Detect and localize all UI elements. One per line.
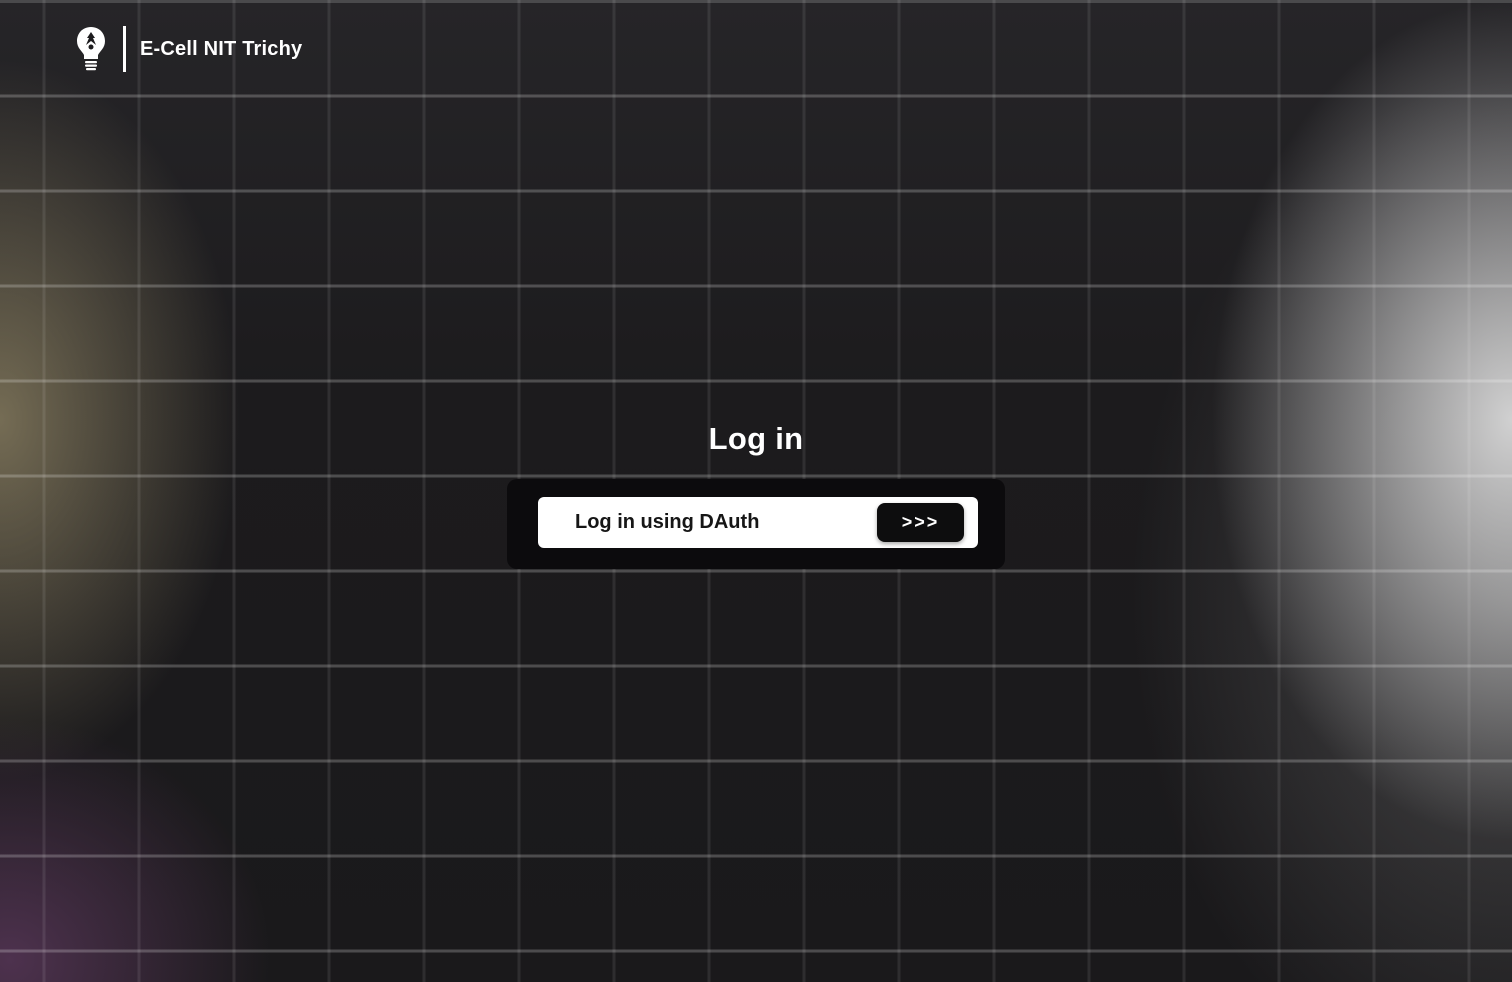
dauth-login-button[interactable]: >>> [877,503,964,542]
login-page: E-Cell NIT Trichy Log in Log in using DA… [0,0,1512,982]
dauth-login-label: Log in using DAuth [575,511,760,533]
top-border [0,0,1512,3]
site-header: E-Cell NIT Trichy [74,24,302,74]
brand-name[interactable]: E-Cell NIT Trichy [140,38,302,61]
dauth-login-option[interactable]: Log in using DAuth >>> [538,497,978,548]
lightbulb-logo-icon[interactable] [74,25,108,73]
header-divider [123,26,126,72]
login-panel: Log in using DAuth >>> [507,479,1005,569]
page-title: Log in [708,421,804,456]
